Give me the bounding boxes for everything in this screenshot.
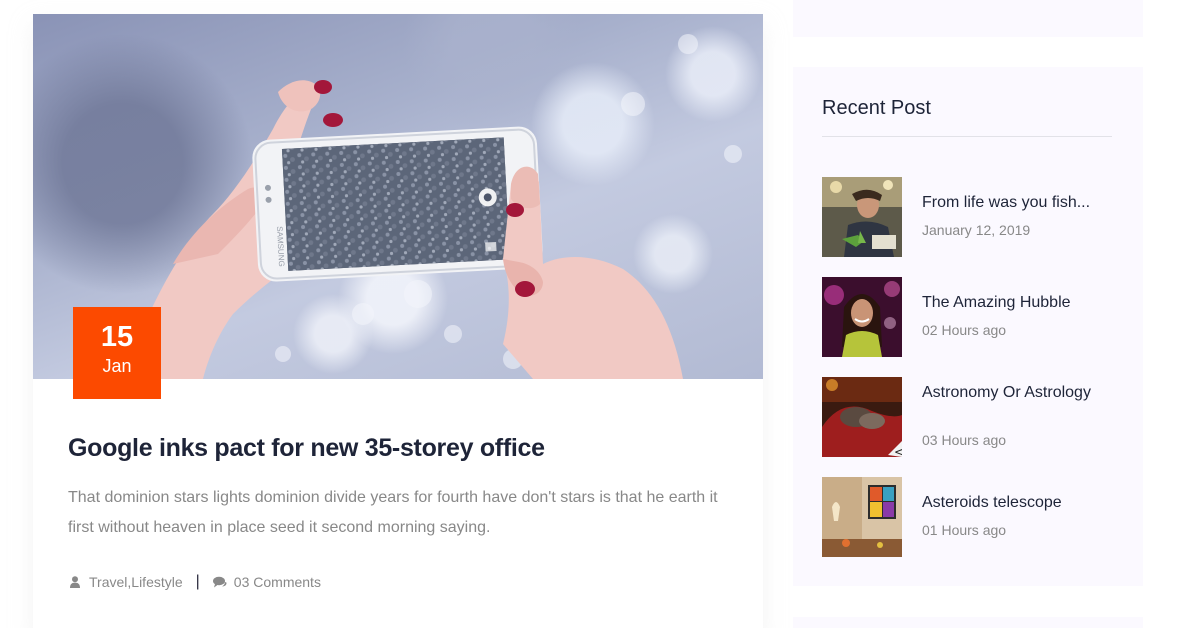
article-meta: Travel, Lifestyle | 03 Comments [68,573,321,591]
recent-post-date: 01 Hours ago [922,522,1007,538]
recent-post-item: < Astronomy Or Astrology 03 Hours ago [822,377,1112,457]
recent-post-thumbnail[interactable] [822,477,902,557]
recent-post-date: January 12, 2019 [922,222,1031,238]
recent-post-title-link[interactable]: The Amazing Hubble [922,293,1112,313]
post-date-badge: 15 Jan [73,307,161,399]
recent-post-widget: Recent Post From life was you fish... Ja… [793,67,1143,586]
widget-title-divider [822,136,1112,137]
svg-text:<: < [894,445,902,457]
recent-post-title-link[interactable]: Astronomy Or Astrology [922,383,1112,403]
user-icon [68,575,82,589]
article-title-link[interactable]: Google inks pact for new 35-storey offic… [68,434,545,463]
category-link-lifestyle[interactable]: Lifestyle [131,574,182,590]
comments-link[interactable]: 03 Comments [234,574,321,590]
comments-icon [212,575,227,589]
recent-post-thumbnail[interactable] [822,277,902,357]
blog-article-card: SAMSUNG 15 Jan Google inks pact for new … [33,14,763,628]
recent-post-date: 02 Hours ago [922,322,1007,338]
widget-title-recent-post: Recent Post [822,97,931,119]
recent-post-item: From life was you fish... January 12, 20… [822,177,1112,257]
article-excerpt: That dominion stars lights dominion divi… [68,489,718,536]
sidebar-widget-next [793,617,1143,628]
meta-divider: | [195,573,200,590]
recent-post-date: 03 Hours ago [922,432,1007,448]
recent-post-item: The Amazing Hubble 02 Hours ago [822,277,1112,357]
post-date-month: Jan [102,356,132,376]
sidebar-widget-previous [793,0,1143,37]
recent-post-item: Asteroids telescope 01 Hours ago [822,477,1112,557]
recent-post-thumbnail[interactable]: < [822,377,902,457]
recent-post-title-link[interactable]: From life was you fish... [922,193,1112,213]
recent-post-thumbnail[interactable] [822,177,902,257]
category-link-travel[interactable]: Travel [89,574,127,590]
post-date-day: 15 [100,321,134,353]
recent-post-title-link[interactable]: Asteroids telescope [922,493,1112,513]
